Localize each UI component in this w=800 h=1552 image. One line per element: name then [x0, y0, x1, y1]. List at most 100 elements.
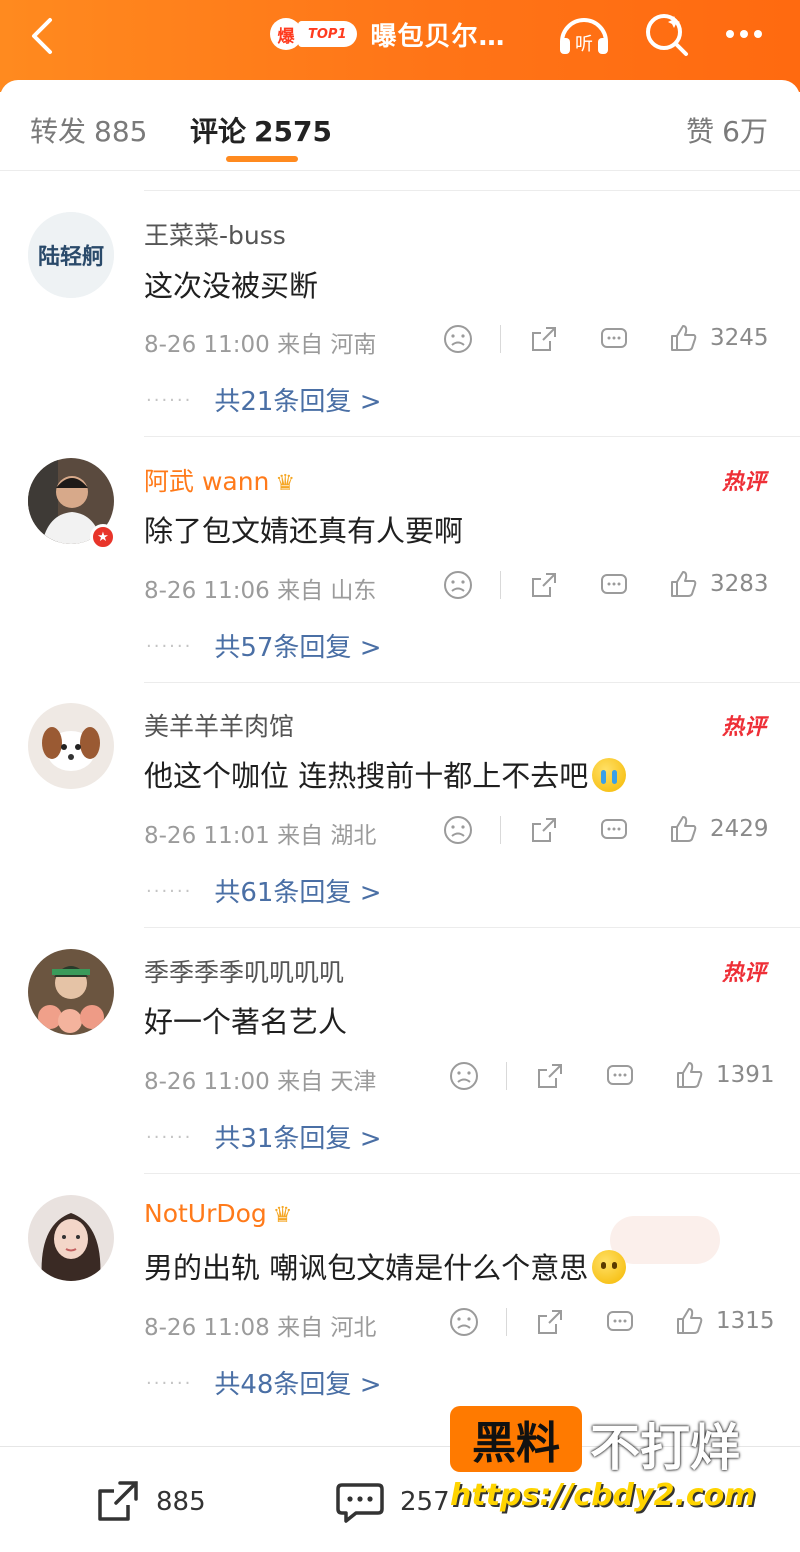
divider [500, 816, 501, 844]
reply-dots: ······ [146, 1373, 193, 1394]
comment-author[interactable]: 季季季季叽叽叽叽 [144, 953, 344, 989]
watermark-logo: 黑料 [450, 1406, 582, 1472]
comment-from-label: 来自 [277, 1315, 324, 1341]
comment-icon[interactable] [598, 569, 630, 601]
share-icon[interactable] [528, 569, 560, 601]
like-thumb-icon[interactable] [668, 813, 700, 845]
hot-comment-badge: 热评 [721, 961, 766, 986]
page-title: 曝包贝尔… [370, 21, 506, 52]
reply-dots: ······ [146, 1127, 193, 1148]
calligraphy-avatar-image: 陆轻舸 [28, 212, 114, 298]
share-icon[interactable] [534, 1060, 566, 1092]
divider [144, 190, 800, 191]
tab-forward-label: 转发 [30, 115, 87, 148]
more-options-icon[interactable] [716, 10, 772, 58]
tab-comment-label: 评论 [190, 115, 247, 148]
tab-forward[interactable]: 转发 885 [30, 110, 147, 150]
dislike-face-icon[interactable] [442, 323, 474, 355]
comment-author[interactable]: 阿武 wann ♛ [144, 462, 295, 498]
comment-location: 河南 [330, 332, 377, 358]
comment-text: 除了包文婧还真有人要啊 [144, 514, 464, 548]
comment-author[interactable]: 王菜菜-buss [144, 216, 286, 252]
forward-button[interactable]: 885 [92, 1477, 206, 1527]
crown-icon: ♛ [275, 471, 296, 496]
comment-location: 河北 [330, 1315, 377, 1341]
watermark: 黑料 不打烊 https://cbdy2.com [450, 1406, 780, 1536]
author-name: NotUrDog [144, 1199, 267, 1228]
share-icon[interactable] [534, 1306, 566, 1338]
comment-bubble-icon [336, 1483, 384, 1523]
comment-icon[interactable] [604, 1306, 636, 1338]
comment-from-label: 来自 [277, 332, 324, 358]
view-replies-link[interactable]: ······ 共61条回复 > [146, 872, 381, 909]
like-thumb-icon[interactable] [674, 1059, 706, 1091]
top-bar: 爆 TOP1 曝包贝尔… 听 [0, 0, 800, 92]
comment-button[interactable]: 257 [334, 1477, 450, 1527]
view-replies-link[interactable]: ······ 共48条回复 > [146, 1364, 381, 1401]
reply-dots: ······ [146, 390, 193, 411]
comment-location: 山东 [330, 578, 377, 604]
comment-from-label: 来自 [277, 1069, 324, 1095]
listen-headphones-icon[interactable]: 听 [556, 10, 612, 58]
divider [506, 1308, 507, 1336]
comment-time: 8-26 11:01 [144, 823, 270, 849]
comment-icon[interactable] [598, 323, 630, 355]
active-tab-indicator [226, 156, 298, 162]
divider [144, 436, 800, 437]
replies-label: 共61条回复 > [214, 878, 382, 908]
comment-icon[interactable] [598, 814, 630, 846]
tab-bar: 转发 885 评论 2575 赞 6万 [0, 80, 800, 171]
comment-text: 他这个咖位 连热搜前十都上不去吧 [144, 753, 627, 795]
divider [144, 927, 800, 928]
comment-bubble-decoration [610, 1216, 720, 1264]
avatar[interactable] [28, 1195, 114, 1281]
watermark-text: 不打烊 [590, 1419, 740, 1477]
divider [144, 1173, 800, 1174]
search-icon[interactable] [640, 10, 696, 58]
comment-time: 8-26 11:00 [144, 1069, 270, 1095]
like-count: 1315 [716, 1308, 775, 1334]
comment-from-label: 来自 [277, 823, 324, 849]
avatar[interactable] [28, 949, 114, 1035]
tab-like-count: 6万 [722, 115, 768, 148]
share-icon[interactable] [528, 814, 560, 846]
comment-text-body: 男的出轨 嘲讽包文婧是什么个意思 [144, 1251, 589, 1285]
comment-icon[interactable] [604, 1060, 636, 1092]
dislike-face-icon[interactable] [448, 1306, 480, 1338]
like-count: 3283 [710, 571, 769, 597]
view-replies-link[interactable]: ······ 共31条回复 > [146, 1118, 381, 1155]
hot-comment-badge: 热评 [721, 470, 766, 495]
comment-meta: 8-26 11:00 来自 河南 [144, 325, 376, 359]
view-replies-link[interactable]: ······ 共57条回复 > [146, 627, 381, 664]
tab-like[interactable]: 赞 6万 [686, 110, 768, 150]
like-count: 3245 [710, 325, 769, 351]
crying-emoji-icon [592, 758, 627, 792]
hot-search-title[interactable]: 爆 TOP1 曝包贝尔… [270, 12, 506, 56]
comment-count: 257 [400, 1487, 450, 1517]
comment-text: 这次没被买断 [144, 269, 319, 303]
avatar[interactable]: 陆轻舸 [28, 212, 114, 298]
like-thumb-icon[interactable] [668, 568, 700, 600]
tab-comment-count: 2575 [254, 115, 332, 148]
comment-author[interactable]: NotUrDog ♛ [144, 1199, 293, 1228]
girl-flowers-photo-avatar [28, 949, 114, 1035]
avatar[interactable] [28, 703, 114, 789]
dislike-face-icon[interactable] [442, 814, 474, 846]
forward-icon [98, 1481, 138, 1521]
share-icon[interactable] [528, 323, 560, 355]
dislike-face-icon[interactable] [448, 1060, 480, 1092]
back-arrow-icon[interactable] [22, 14, 66, 58]
like-count: 1391 [716, 1062, 775, 1088]
like-thumb-icon[interactable] [668, 322, 700, 354]
divider [144, 682, 800, 683]
svg-text:陆轻舸: 陆轻舸 [38, 244, 104, 270]
replies-label: 共21条回复 > [214, 387, 382, 417]
tab-comment[interactable]: 评论 2575 [190, 110, 332, 150]
comment-meta: 8-26 11:00 来自 天津 [144, 1062, 376, 1096]
like-thumb-icon[interactable] [674, 1305, 706, 1337]
view-replies-link[interactable]: ······ 共21条回复 > [146, 381, 381, 418]
divider [500, 571, 501, 599]
dislike-face-icon[interactable] [442, 569, 474, 601]
comment-meta: 8-26 11:01 来自 湖北 [144, 816, 376, 850]
comment-author[interactable]: 美羊羊羊肉馆 [144, 707, 294, 743]
